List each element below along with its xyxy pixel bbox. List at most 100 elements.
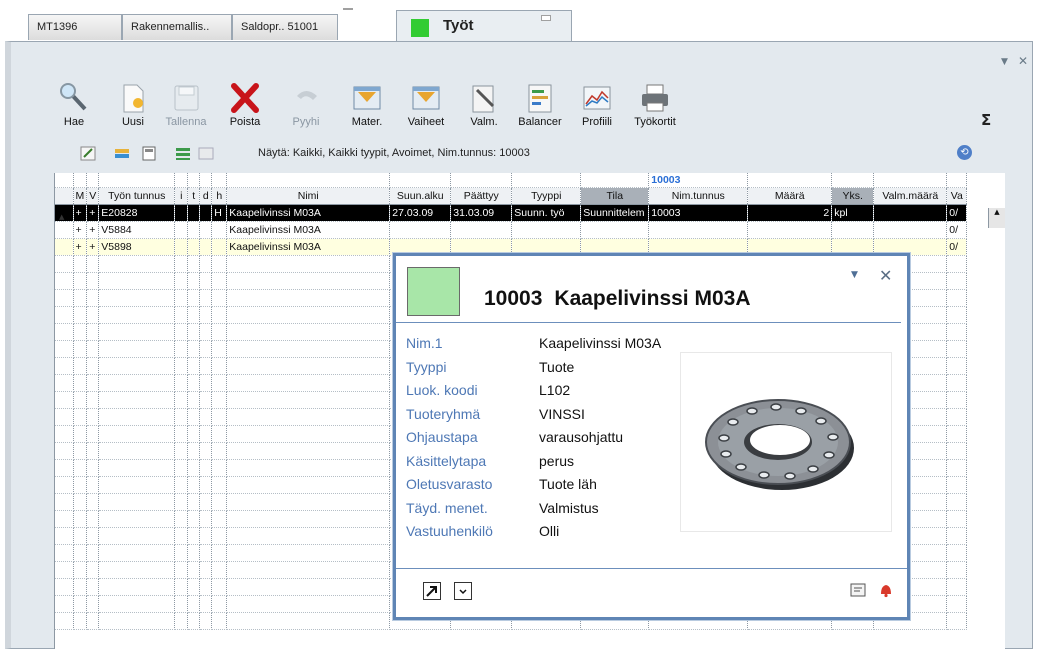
popup-divider — [396, 322, 901, 323]
table-row[interactable]: + + V5884 Kaapelivinssi M03A 0/ — [55, 221, 968, 239]
balancer-icon — [528, 84, 552, 113]
help-icon[interactable]: ⟲ — [957, 145, 972, 160]
valm-button[interactable]: Valm. — [454, 82, 514, 128]
cell-nimi[interactable]: Kaapelivinssi M03A — [226, 238, 391, 256]
hae-label: Hae — [63, 116, 85, 128]
property-row: Oletusvarasto Tuote läh — [406, 476, 696, 500]
cell-yks[interactable]: kpl — [831, 204, 875, 222]
alert-bell-icon[interactable] — [878, 582, 894, 598]
cell-m[interactable]: + — [73, 238, 88, 256]
cell-d[interactable] — [199, 204, 213, 222]
col-h[interactable]: h — [211, 187, 228, 205]
popup-title: 10003 Kaapelivinssi M03A — [484, 287, 751, 311]
col-v[interactable]: V — [86, 187, 100, 205]
col-t[interactable]: t — [187, 187, 201, 205]
cell-v[interactable]: + — [86, 204, 100, 222]
cell-v[interactable]: + — [86, 221, 100, 239]
col-nim-tunnus[interactable]: Nim.tunnus — [648, 187, 749, 205]
property-row: Luok. koodi L102 — [406, 382, 696, 406]
col-tyon-tunnus[interactable]: Työn tunnus — [98, 187, 176, 205]
pyyhi-button[interactable]: Pyyhi — [276, 82, 336, 128]
cell-tunnus[interactable]: E20828 — [98, 204, 176, 222]
restore-icon[interactable] — [541, 15, 551, 21]
grid-icon[interactable] — [198, 146, 214, 161]
col-maara[interactable]: Määrä — [747, 187, 833, 205]
sum-button[interactable]: Σ — [981, 111, 991, 129]
mater-button[interactable]: Mater. — [337, 82, 397, 128]
property-key: Käsittelytapa — [406, 452, 487, 469]
tab-tyot[interactable]: Työt — [396, 10, 572, 42]
cell-h[interactable]: H — [211, 204, 228, 222]
tab-saldopr[interactable]: Saldopr.. 51001 — [232, 14, 338, 40]
tyokortit-button[interactable]: Työkortit — [625, 82, 685, 128]
cell-va[interactable]: 0/ — [946, 221, 968, 239]
cell-va[interactable]: 0/ — [946, 238, 968, 256]
stack-icon[interactable] — [114, 146, 130, 161]
uusi-button[interactable]: Uusi — [103, 82, 163, 128]
property-row: Nim.1 Kaapelivinssi M03A — [406, 335, 696, 359]
popup-close-icon[interactable]: ✕ — [879, 266, 892, 285]
cell-maara[interactable]: 2 — [747, 204, 833, 222]
cell-v[interactable]: + — [86, 238, 100, 256]
col-suun-alku[interactable]: Suun.alku — [389, 187, 452, 205]
more-options-button[interactable] — [454, 582, 472, 600]
col-m[interactable]: M — [73, 187, 88, 205]
tallenna-button[interactable]: Tallenna — [156, 82, 216, 128]
filter-cell-nimtunnus[interactable]: 10003 — [648, 173, 749, 188]
panel-close-icon[interactable]: ✕ — [1018, 54, 1028, 68]
hae-button[interactable]: Hae — [44, 82, 104, 128]
cell-va[interactable]: 0/ — [946, 204, 968, 222]
property-list: Nim.1 Kaapelivinssi M03A Tyyppi Tuote Luok… — [406, 335, 696, 547]
vaiheet-button[interactable]: Vaiheet — [396, 82, 456, 128]
balancer-button[interactable]: Balancer — [510, 82, 570, 128]
poista-button[interactable]: Poista — [215, 82, 275, 128]
cell-t[interactable] — [187, 204, 201, 222]
cell-m[interactable]: + — [73, 221, 88, 239]
edit-filter-icon[interactable] — [80, 146, 96, 161]
cell-i[interactable] — [174, 204, 189, 222]
row-indicator-header — [55, 187, 74, 205]
sort-up-icon[interactable]: ▲ — [59, 213, 64, 221]
minimize-icon[interactable] — [343, 8, 353, 10]
cell-tyyppi[interactable]: Suunn. työ — [511, 204, 582, 222]
cell-valm[interactable] — [873, 204, 948, 222]
col-d[interactable]: d — [199, 187, 213, 205]
col-tila[interactable]: Tila — [580, 187, 650, 205]
cell-alku[interactable]: 27.03.09 — [389, 204, 452, 222]
open-item-button[interactable] — [423, 582, 441, 600]
cell-nimi[interactable]: Kaapelivinssi M03A — [226, 204, 391, 222]
col-nimi[interactable]: Nimi — [226, 187, 391, 205]
cell-tila[interactable]: Suunnittelem — [580, 204, 650, 222]
cell-tunnus[interactable]: V5884 — [98, 221, 176, 239]
col-yks[interactable]: Yks. — [831, 187, 875, 205]
tab-mt1396[interactable]: MT1396 — [28, 14, 122, 40]
item-color-swatch — [407, 267, 460, 316]
profiili-button[interactable]: Profiili — [567, 82, 627, 128]
tyokortit-label: Työkortit — [634, 116, 676, 128]
calculator-icon[interactable] — [141, 146, 157, 161]
scroll-up-button[interactable]: ▲ — [988, 208, 1005, 228]
col-valm-maara[interactable]: Valm.määrä — [873, 187, 948, 205]
property-key: Tyyppi — [406, 358, 447, 375]
property-key: Nim.1 — [406, 335, 443, 351]
cell-nimi[interactable]: Kaapelivinssi M03A — [226, 221, 391, 239]
cell-nim[interactable]: 10003 — [648, 204, 749, 222]
tab-rakennemallis[interactable]: Rakennemallis.. — [122, 14, 232, 40]
cell-paattyy[interactable]: 31.03.09 — [450, 204, 513, 222]
save-icon — [174, 85, 199, 111]
property-key: Luok. koodi — [406, 382, 478, 398]
panel-menu-icon[interactable]: ▼ — [1001, 57, 1008, 67]
col-paattyy[interactable]: Päättyy — [450, 187, 513, 205]
col-i[interactable]: i — [174, 187, 189, 205]
popup-menu-icon[interactable]: ▼ — [851, 270, 858, 280]
uusi-label: Uusi — [121, 116, 144, 128]
message-icon[interactable] — [850, 583, 866, 597]
cell-tunnus[interactable]: V5898 — [98, 238, 176, 256]
table-row[interactable]: + + E20828 H Kaapelivinssi M03A 27.03.09… — [55, 204, 968, 222]
col-va[interactable]: Va — [946, 187, 968, 205]
list-icon[interactable] — [175, 146, 191, 161]
cell-m[interactable]: + — [73, 204, 88, 222]
poista-label: Poista — [229, 116, 261, 128]
col-tyyppi[interactable]: Tyyppi — [511, 187, 582, 205]
profile-chart-icon — [583, 86, 611, 110]
